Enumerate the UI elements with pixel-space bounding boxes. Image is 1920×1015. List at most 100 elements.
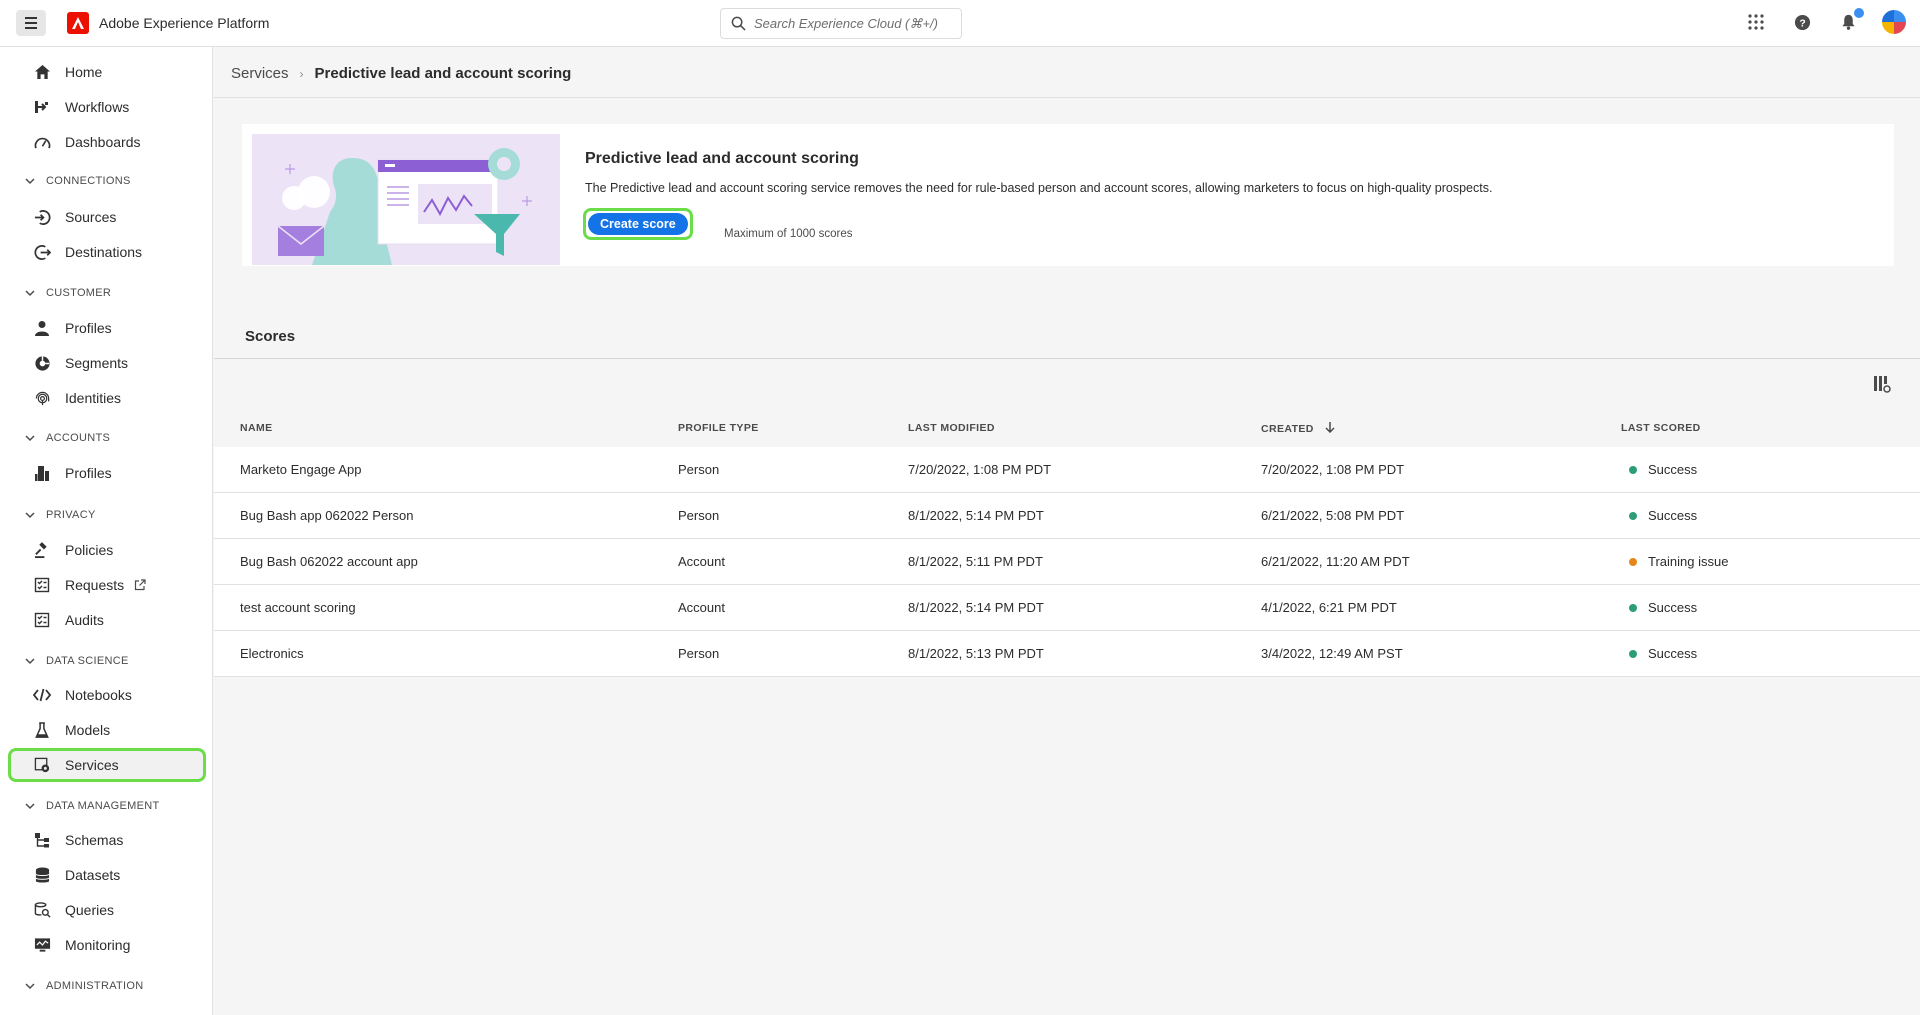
column-header-name[interactable]: NAME bbox=[240, 422, 273, 434]
scores-heading: Scores bbox=[245, 328, 296, 345]
chevron-down-icon bbox=[25, 983, 35, 990]
sidebar-item-identities[interactable]: Identities bbox=[8, 383, 206, 413]
sidebar-item-datasets[interactable]: Datasets bbox=[8, 860, 206, 890]
adobe-logo-icon[interactable] bbox=[67, 12, 89, 34]
database-icon bbox=[33, 866, 51, 884]
sidebar-item-workflows[interactable]: Workflows bbox=[8, 92, 206, 122]
create-score-button[interactable]: Create score bbox=[583, 208, 693, 240]
created: 6/21/2022, 11:20 AM PDT bbox=[1261, 554, 1410, 569]
segments-icon bbox=[33, 354, 51, 372]
sort-descending-icon[interactable] bbox=[1325, 422, 1335, 436]
sidebar-item-destinations[interactable]: Destinations bbox=[8, 237, 206, 267]
top-icons: ? bbox=[1744, 8, 1906, 34]
query-icon bbox=[33, 901, 51, 919]
sidebar-item-monitoring[interactable]: Monitoring bbox=[8, 930, 206, 960]
table-row[interactable]: test account scoring Account 8/1/2022, 5:1… bbox=[214, 585, 1920, 631]
sidebar-item-dashboards[interactable]: Dashboards bbox=[8, 127, 206, 157]
chevron-down-icon bbox=[25, 178, 35, 185]
last-modified: 8/1/2022, 5:14 PM PDT bbox=[908, 508, 1044, 523]
sidebar-item-sources[interactable]: Sources bbox=[8, 202, 206, 232]
sidebar-item-schemas[interactable]: Schemas bbox=[8, 825, 206, 855]
score-name[interactable]: test account scoring bbox=[240, 600, 356, 615]
status-badge: Training issue bbox=[1621, 554, 1728, 569]
sidebar-section-accounts[interactable]: ACCOUNTS bbox=[24, 432, 110, 444]
status-label: Success bbox=[1648, 600, 1698, 615]
profile-icon bbox=[33, 319, 51, 337]
external-link-icon bbox=[134, 579, 146, 591]
sidebar-item-services[interactable]: Services bbox=[8, 748, 206, 782]
search-input[interactable] bbox=[754, 16, 954, 31]
dashboard-icon bbox=[33, 133, 51, 151]
beaker-icon bbox=[33, 721, 51, 739]
fingerprint-icon bbox=[33, 389, 51, 407]
status-badge: Success bbox=[1621, 462, 1697, 477]
chevron-down-icon bbox=[25, 658, 35, 665]
notifications-bell-icon[interactable] bbox=[1836, 8, 1864, 34]
column-header-last-modified[interactable]: LAST MODIFIED bbox=[908, 422, 995, 434]
created: 6/21/2022, 5:08 PM PDT bbox=[1261, 508, 1405, 523]
building-icon bbox=[33, 464, 51, 482]
sidebar-section-customer[interactable]: CUSTOMER bbox=[24, 287, 111, 299]
created: 4/1/2022, 6:21 PM PDT bbox=[1261, 600, 1397, 615]
last-modified: 7/20/2022, 1:08 PM PDT bbox=[908, 462, 1052, 477]
table-row[interactable]: Bug Bash app 062022 Person Person 8/1/2022… bbox=[214, 493, 1920, 539]
sidebar-item-policies[interactable]: Policies bbox=[8, 535, 206, 565]
sidebar-item-profiles[interactable]: Profiles bbox=[8, 313, 206, 343]
sidebar-item-models[interactable]: Models bbox=[8, 715, 206, 745]
requests-icon bbox=[33, 576, 51, 594]
hamburger-icon bbox=[25, 17, 37, 19]
search-bar[interactable] bbox=[720, 8, 962, 39]
sidebar: Home Workflows Dashboards CONNECTIONS So… bbox=[0, 47, 213, 1015]
user-avatar[interactable] bbox=[1882, 10, 1906, 34]
divider bbox=[214, 358, 1920, 359]
score-name[interactable]: Marketo Engage App bbox=[240, 462, 361, 477]
sidebar-section-data-science[interactable]: DATA SCIENCE bbox=[24, 655, 129, 667]
score-name[interactable]: Bug Bash 062022 account app bbox=[240, 554, 418, 569]
sidebar-item-requests[interactable]: Requests bbox=[8, 570, 206, 600]
sidebar-item-home[interactable]: Home bbox=[8, 57, 206, 87]
table-header: NAME PROFILE TYPE LAST MODIFIED CREATED … bbox=[214, 409, 1920, 447]
max-scores-note: Maximum of 1000 scores bbox=[724, 228, 853, 240]
sources-icon bbox=[33, 208, 51, 226]
column-header-last-scored[interactable]: LAST SCORED bbox=[1621, 422, 1701, 434]
sidebar-item-audits[interactable]: Audits bbox=[8, 605, 206, 635]
status-dot-icon bbox=[1629, 604, 1637, 613]
sidebar-section-administration[interactable]: ADMINISTRATION bbox=[24, 980, 144, 992]
last-modified: 8/1/2022, 5:13 PM PDT bbox=[908, 646, 1044, 661]
top-bar: Adobe Experience Platform ? bbox=[0, 0, 1920, 47]
profile-type: Account bbox=[678, 600, 725, 615]
help-icon[interactable]: ? bbox=[1790, 10, 1814, 34]
status-dot-icon bbox=[1629, 512, 1637, 521]
column-header-profile-type[interactable]: PROFILE TYPE bbox=[678, 422, 759, 434]
score-name[interactable]: Electronics bbox=[240, 646, 304, 661]
table-row[interactable]: Electronics Person 8/1/2022, 5:13 PM PDT 3/… bbox=[214, 631, 1920, 677]
created: 7/20/2022, 1:08 PM PDT bbox=[1261, 462, 1405, 477]
svg-text:?: ? bbox=[1799, 18, 1805, 29]
services-icon bbox=[33, 756, 51, 774]
last-modified: 8/1/2022, 5:11 PM PDT bbox=[908, 554, 1043, 569]
breadcrumb-services-link[interactable]: Services bbox=[231, 65, 289, 82]
sidebar-item-notebooks[interactable]: Notebooks bbox=[8, 680, 206, 710]
menu-toggle-button[interactable] bbox=[16, 10, 46, 36]
service-card: Predictive lead and account scoring The … bbox=[242, 124, 1894, 266]
table-row[interactable]: Bug Bash 062022 account app Account 8/1/20… bbox=[214, 539, 1920, 585]
profile-type: Person bbox=[678, 508, 720, 523]
sidebar-section-privacy[interactable]: PRIVACY bbox=[24, 509, 96, 521]
code-icon bbox=[33, 686, 51, 704]
column-header-created[interactable]: CREATED bbox=[1261, 422, 1335, 436]
home-icon bbox=[33, 63, 51, 81]
table-body: Marketo Engage App Person 7/20/2022, 1:08 … bbox=[214, 447, 1920, 677]
table-row[interactable]: Marketo Engage App Person 7/20/2022, 1:08 … bbox=[214, 447, 1920, 493]
sidebar-item-segments[interactable]: Segments bbox=[8, 348, 206, 378]
audits-icon bbox=[33, 611, 51, 629]
column-settings-icon[interactable] bbox=[1873, 375, 1891, 393]
sidebar-section-data-management[interactable]: DATA MANAGEMENT bbox=[24, 800, 160, 812]
app-title[interactable]: Adobe Experience Platform bbox=[99, 15, 269, 31]
score-name[interactable]: Bug Bash app 062022 Person bbox=[240, 508, 413, 523]
status-label: Success bbox=[1648, 646, 1698, 661]
sidebar-item-queries[interactable]: Queries bbox=[8, 895, 206, 925]
sidebar-section-connections[interactable]: CONNECTIONS bbox=[24, 175, 131, 187]
created: 3/4/2022, 12:49 AM PST bbox=[1261, 646, 1403, 661]
apps-grid-icon[interactable] bbox=[1744, 10, 1768, 34]
sidebar-item-account-profiles[interactable]: Profiles bbox=[8, 458, 206, 488]
